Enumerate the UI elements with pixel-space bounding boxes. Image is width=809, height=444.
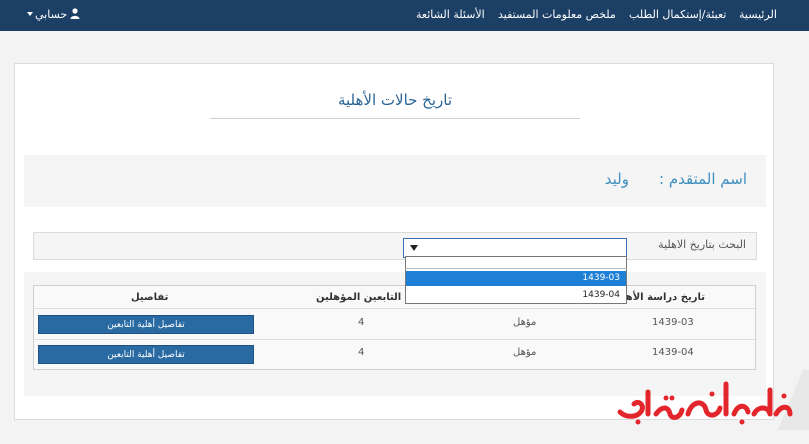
dropdown-option-1439-04[interactable]: 1439-04: [406, 288, 626, 303]
row-2-count: 4: [358, 347, 365, 358]
row-2-details-button[interactable]: تفاصيل أهلية التابعين: [38, 345, 254, 364]
dropdown-arrow-icon: [410, 245, 418, 251]
account-label: حسابي: [35, 8, 68, 21]
applicant-name-value: وليد: [604, 170, 629, 188]
nav-beneficiary-summary[interactable]: ملخص معلومات المستفيد: [498, 8, 616, 22]
row-2-status: مؤهل: [513, 347, 537, 358]
search-panel: [33, 232, 757, 260]
applicant-info-panel: [24, 155, 766, 207]
eligibility-date-select[interactable]: [403, 238, 627, 258]
row-2-date: 1439-04: [652, 347, 694, 358]
account-menu[interactable]: حسابي: [27, 8, 80, 22]
page-title: تاريخ حالات الأهلية: [337, 91, 453, 109]
nav-faq[interactable]: الأسئلة الشائعة: [416, 8, 485, 22]
applicant-name-label: اسم المتقدم :: [659, 170, 747, 188]
row-divider: [34, 339, 755, 340]
row-1-status: مؤهل: [513, 317, 537, 328]
row-1-count: 4: [358, 317, 365, 328]
dropdown-option-empty[interactable]: [405, 258, 627, 269]
row-1-details-button[interactable]: تفاصيل أهلية التابعين: [38, 315, 254, 334]
header-details: تفاصيل: [131, 292, 169, 303]
search-label: البحث بتاريخ الاهلية: [658, 238, 746, 251]
watermark-logo: [608, 370, 809, 430]
row-divider: [34, 308, 755, 309]
dropdown-option-1439-03[interactable]: 1439-03: [406, 271, 626, 286]
nav-fill-request[interactable]: تعبئة/إستكمال الطلب: [629, 8, 726, 22]
chevron-down-icon: [27, 12, 33, 16]
user-icon: [70, 8, 80, 19]
row-1-date: 1439-03: [652, 317, 694, 328]
title-divider: [210, 118, 580, 119]
nav-home[interactable]: الرئيسية: [739, 8, 777, 22]
